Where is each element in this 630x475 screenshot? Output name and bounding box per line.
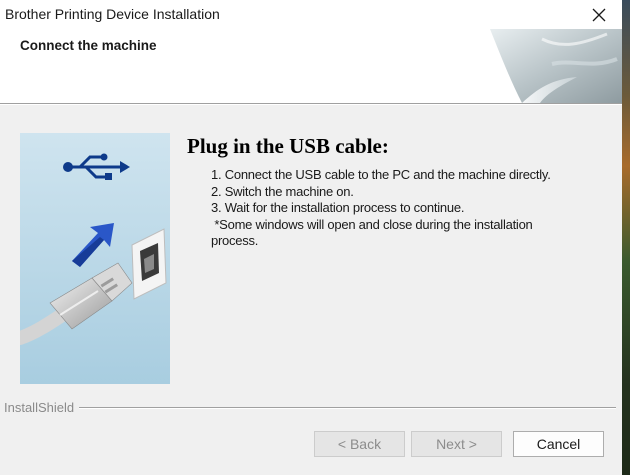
step-note-continued: process. bbox=[211, 233, 259, 248]
header-title: Connect the machine bbox=[20, 38, 157, 53]
header-banner: Connect the machine bbox=[0, 29, 622, 103]
window-title: Brother Printing Device Installation bbox=[5, 6, 220, 22]
instruction-heading: Plug in the USB cable: bbox=[187, 134, 389, 158]
title-bar[interactable]: Brother Printing Device Installation bbox=[0, 0, 622, 29]
header-divider-highlight bbox=[0, 104, 622, 105]
step-note: *Some windows will open and close during… bbox=[211, 216, 533, 232]
desktop-background bbox=[622, 0, 630, 475]
cancel-button[interactable]: Cancel bbox=[513, 431, 604, 457]
instruction-steps: 1. Connect the USB cable to the PC and t… bbox=[211, 167, 606, 250]
footer-divider bbox=[75, 407, 616, 409]
installer-window: Brother Printing Device Installation Con… bbox=[0, 0, 622, 475]
step-line: 2. Switch the machine on. bbox=[211, 183, 354, 199]
close-button[interactable] bbox=[576, 0, 622, 29]
step-line: 3. Wait for the installation process to … bbox=[211, 200, 465, 215]
installshield-label: InstallShield bbox=[4, 400, 80, 415]
back-button[interactable]: < Back bbox=[314, 431, 405, 457]
next-button[interactable]: Next > bbox=[411, 431, 502, 457]
page-curl-graphic bbox=[490, 29, 622, 103]
close-icon bbox=[592, 8, 606, 21]
step-line: 1. Connect the USB cable to the PC and t… bbox=[211, 167, 551, 182]
usb-cable-illustration bbox=[20, 133, 170, 384]
